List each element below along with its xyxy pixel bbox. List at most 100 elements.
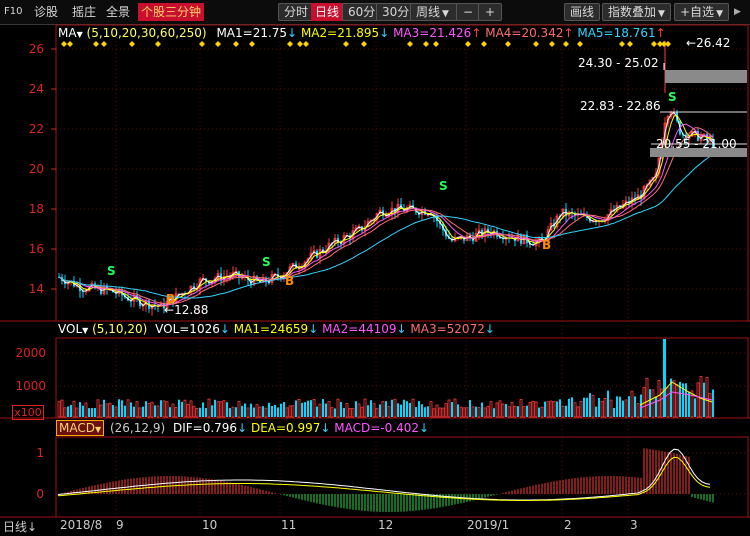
volume-bar (336, 398, 340, 418)
event-marker (297, 41, 303, 47)
volume-bar (174, 407, 178, 418)
event-marker (343, 41, 349, 47)
event-marker (61, 41, 67, 47)
arrow-up-icon: ↑ (563, 26, 574, 40)
volume-bar (583, 397, 585, 417)
volume-bar (250, 403, 252, 417)
volume-bar (385, 401, 387, 417)
arrow-down-icon: ↓ (396, 322, 407, 336)
x-tick: 2018/8 (60, 518, 103, 532)
volume-bar (205, 407, 207, 417)
event-marker (407, 41, 413, 47)
volume-bar (475, 406, 477, 417)
volume-bar (579, 400, 583, 418)
x-tick: 2 (564, 518, 572, 532)
volume-bar (169, 407, 171, 417)
macd-indicator-dropdown[interactable]: MACD▼ (56, 420, 105, 436)
volume-bar (112, 405, 114, 417)
volume-bar (171, 403, 175, 418)
volume-bar (510, 401, 514, 418)
volume-bar (391, 399, 393, 417)
range-bar (665, 70, 747, 83)
volume-bar (253, 407, 255, 417)
volume-bar (603, 397, 607, 418)
volume-bar (325, 403, 327, 417)
volume-bar (628, 396, 630, 417)
volume-bar (79, 402, 81, 417)
volume-bar (219, 401, 223, 418)
vol-indicator-name[interactable]: VOL (58, 322, 82, 336)
low-price-value: 12.88 (174, 303, 209, 317)
arrow-up-icon: ↑ (655, 26, 666, 40)
chevron-down-icon[interactable]: ▼ (82, 326, 88, 335)
volume-bar (330, 407, 334, 418)
vol-tick: 1000 (15, 379, 46, 393)
arrow-down-icon: ↓ (320, 421, 331, 435)
x-tick: 9 (116, 518, 124, 532)
ma-legend: MA▼ (5,10,20,30,60,250) MA1=21.75↓ MA2=2… (58, 26, 666, 40)
volume-bar (471, 406, 475, 418)
buy-signal: B (166, 292, 176, 306)
volume-bar (312, 399, 316, 418)
volume-bar (657, 380, 661, 418)
volume-bar (207, 398, 211, 418)
volume-bar (546, 401, 550, 418)
volume-bar (271, 405, 273, 417)
vol-ma3-value: MA3=52072 (410, 322, 485, 336)
volume-bar (400, 404, 402, 417)
volume-bar (526, 405, 528, 417)
volume-bar (297, 398, 301, 418)
volume-bar (435, 404, 439, 418)
volume-bar (135, 401, 139, 418)
event-marker (433, 41, 439, 47)
volume-bar (178, 399, 180, 417)
volume-bar (387, 406, 391, 418)
volume-bar (483, 407, 487, 418)
volume-bar (244, 403, 246, 417)
volume-bar (108, 402, 112, 418)
event-marker (361, 41, 367, 47)
volume-bar (348, 408, 352, 418)
volume-bar (501, 403, 505, 418)
volume-bar (624, 399, 628, 418)
event-marker (129, 41, 135, 47)
volume-bar (432, 408, 436, 418)
event-marker (665, 41, 671, 47)
volume-bar (459, 406, 463, 418)
volume-bar (147, 403, 151, 418)
volume-bar (295, 400, 297, 417)
volume-bar (288, 405, 292, 418)
volume-bar (465, 407, 469, 418)
volume-bar (634, 396, 636, 417)
volume-bar (379, 404, 381, 417)
event-marker (101, 41, 107, 47)
volume-bar (75, 407, 79, 418)
volume-bar (565, 405, 567, 417)
volume-bar (528, 401, 532, 418)
volume-bar (534, 401, 538, 418)
ma4-value: MA4=20.342 (485, 26, 564, 40)
volume-bar (105, 403, 109, 418)
price-tick: 26 (28, 42, 44, 56)
volume-bar (235, 407, 237, 417)
event-marker (505, 41, 511, 47)
volume-bar (162, 400, 166, 418)
macd-indicator-name: MACD (59, 421, 95, 435)
volume-bar (699, 376, 703, 418)
arrow-left-icon: ← (686, 36, 697, 50)
chevron-down-icon[interactable]: ▼ (77, 30, 83, 39)
period-switch-button[interactable]: 日线↓ (3, 518, 37, 535)
arrow-down-icon: ↓ (308, 322, 319, 336)
volume-bar (438, 407, 442, 418)
volume-bar (82, 405, 84, 417)
high-price-value: 26.42 (696, 36, 731, 50)
ma-indicator-name[interactable]: MA (58, 26, 77, 40)
volume-bar (462, 407, 466, 418)
volume-bar (133, 406, 135, 417)
volume-bar (630, 390, 634, 418)
volume-bar (343, 407, 345, 417)
volume-bar (63, 407, 67, 418)
volume-bar (70, 404, 72, 417)
volume-bar (616, 396, 618, 417)
volume-bar (571, 397, 573, 417)
